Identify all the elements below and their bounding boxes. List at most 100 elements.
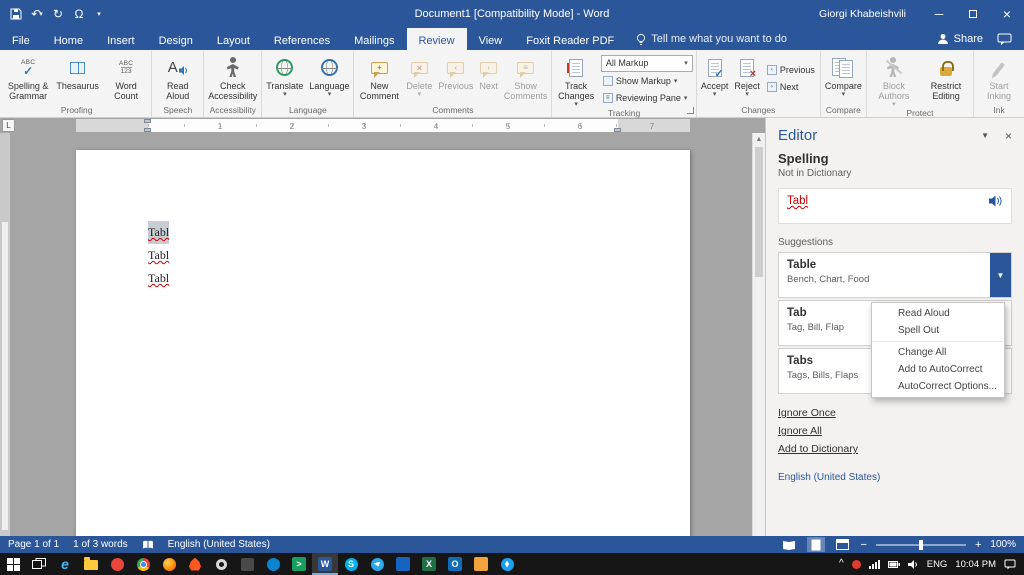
tab-foxit-reader-pdf[interactable]: Foxit Reader PDF	[514, 28, 626, 50]
tab-references[interactable]: References	[262, 28, 342, 50]
vertical-scrollbar[interactable]: ▲	[752, 133, 765, 536]
start-inking-button[interactable]: Start Inking	[975, 52, 1023, 105]
previous-comment-button[interactable]: ‹ Previous	[435, 52, 476, 105]
taskbar-chrome-button[interactable]	[130, 553, 156, 575]
left-indent-marker[interactable]	[144, 128, 151, 132]
menu-item-add-to-autocorrect[interactable]: Add to AutoCorrect	[872, 361, 1004, 378]
taskbar-orange-app-button[interactable]	[468, 553, 494, 575]
zoom-out-button[interactable]: −	[861, 539, 867, 551]
symbol-button[interactable]: Ω	[69, 3, 89, 25]
proofing-status-icon[interactable]	[142, 540, 154, 550]
tab-layout[interactable]: Layout	[205, 28, 262, 50]
translate-button[interactable]: Translate ▾	[263, 52, 306, 105]
tray-red-app-icon[interactable]	[851, 559, 861, 569]
customize-quick-access-button[interactable]: ▾	[90, 3, 110, 25]
taskbar-excel-button[interactable]: X	[416, 553, 442, 575]
read-mode-button[interactable]	[780, 537, 798, 552]
taskbar-file-explorer-button[interactable]	[78, 553, 104, 575]
taskbar-flame-app-button[interactable]	[182, 553, 208, 575]
show-comments-button[interactable]: ≡ Show Comments	[501, 52, 551, 105]
scrollbar-thumb[interactable]	[755, 147, 763, 277]
read-word-speaker-icon[interactable]	[989, 195, 1003, 207]
restore-button[interactable]	[956, 0, 990, 28]
network-icon[interactable]	[868, 559, 880, 569]
reject-button[interactable]: × Reject ▾	[731, 52, 763, 105]
language-button[interactable]: Language ▾	[306, 52, 352, 105]
taskbar-telegram-button[interactable]	[364, 553, 390, 575]
zoom-in-button[interactable]: +	[975, 539, 981, 551]
taskbar-word-button[interactable]: W	[312, 553, 338, 575]
minimize-button[interactable]: ─	[922, 0, 956, 28]
next-comment-button[interactable]: › Next	[476, 52, 501, 105]
misspelled-word-line[interactable]: Tabl	[148, 267, 169, 290]
battery-icon[interactable]	[887, 560, 900, 568]
proofing-language-link[interactable]: English (United States)	[766, 458, 892, 497]
clock[interactable]: 10:04 PM	[955, 559, 996, 570]
new-comment-button[interactable]: + New Comment	[355, 52, 403, 105]
tab-home[interactable]: Home	[42, 28, 95, 50]
account-name[interactable]: Giorgi Khabeishvili	[819, 8, 906, 20]
add-to-dictionary-link[interactable]: Add to Dictionary	[778, 440, 858, 458]
menu-item-read-aloud[interactable]: Read Aloud	[872, 305, 1004, 322]
tab-insert[interactable]: Insert	[95, 28, 147, 50]
comments-icon[interactable]	[997, 33, 1012, 46]
check-accessibility-button[interactable]: Check Accessibility	[205, 52, 260, 105]
web-layout-button[interactable]	[834, 537, 852, 552]
undo-button[interactable]: ↶ ▾	[27, 3, 47, 25]
reviewing-pane-dropdown[interactable]: ≡ Reviewing Pane ▾	[601, 91, 693, 106]
taskbar-settings-button[interactable]	[208, 553, 234, 575]
block-authors-button[interactable]: Block Authors ▾	[868, 52, 920, 108]
action-center-icon[interactable]	[1004, 559, 1016, 570]
horizontal-ruler[interactable]: 1 2 3 4 5 6 7	[76, 119, 690, 132]
zoom-slider-thumb[interactable]	[918, 539, 923, 550]
taskbar-terminal-button[interactable]: >	[286, 553, 312, 575]
tab-stop-selector[interactable]: L	[2, 119, 15, 132]
suggestion-dropdown-button[interactable]: ▼	[990, 253, 1011, 297]
scroll-up-icon[interactable]: ▲	[753, 133, 765, 146]
share-button[interactable]: Share	[937, 33, 983, 45]
word-count-button[interactable]: ABC 123 Word Count	[102, 52, 150, 105]
document-page[interactable]: Tabl Tabl Tabl	[76, 150, 690, 536]
show-markup-dropdown[interactable]: Show Markup ▾	[601, 74, 693, 89]
spelling-grammar-button[interactable]: ABC ✓ Spelling & Grammar	[3, 52, 53, 105]
tab-design[interactable]: Design	[147, 28, 205, 50]
input-language-indicator[interactable]: ENG	[927, 559, 948, 570]
taskbar-firefox-button[interactable]	[156, 553, 182, 575]
tab-view[interactable]: View	[467, 28, 515, 50]
taskbar-compass-app-button[interactable]	[494, 553, 520, 575]
page-indicator[interactable]: Page 1 of 1	[8, 539, 59, 550]
close-button[interactable]: ×	[990, 0, 1024, 28]
taskbar-blue-app-button[interactable]	[390, 553, 416, 575]
vertical-ruler[interactable]	[0, 133, 10, 536]
zoom-level[interactable]: 100%	[990, 539, 1016, 550]
suggestion-card-table[interactable]: Table Bench, Chart, Food ▼	[778, 252, 1012, 298]
pane-close-icon[interactable]: ×	[1005, 129, 1012, 143]
save-button[interactable]	[6, 3, 26, 25]
thesaurus-button[interactable]: Thesaurus	[53, 52, 102, 105]
taskbar-messenger-button[interactable]	[260, 553, 286, 575]
word-count-indicator[interactable]: 1 of 3 words	[73, 539, 127, 550]
tab-review[interactable]: Review	[406, 28, 467, 50]
tab-file[interactable]: File	[0, 28, 42, 50]
misspelled-word-line[interactable]: Tabl	[148, 244, 169, 267]
tab-mailings[interactable]: Mailings	[342, 28, 406, 50]
volume-icon[interactable]	[907, 559, 919, 569]
language-indicator[interactable]: English (United States)	[168, 539, 270, 550]
pane-options-chevron-icon[interactable]: ▼	[981, 131, 989, 140]
compare-button[interactable]: Compare ▾	[822, 52, 865, 105]
display-for-review-dropdown[interactable]: All Markup ▾	[600, 54, 693, 72]
delete-comment-button[interactable]: × Delete ▾	[403, 52, 435, 105]
taskbar-dark-app-button[interactable]	[234, 553, 260, 575]
print-layout-button[interactable]	[806, 537, 825, 552]
first-line-indent-marker[interactable]	[144, 119, 151, 123]
redo-button[interactable]: ↻	[48, 3, 68, 25]
taskbar-skype-button[interactable]: S	[338, 553, 364, 575]
right-indent-marker[interactable]	[614, 128, 621, 132]
taskbar-edge-button[interactable]: e	[52, 553, 78, 575]
next-change-button[interactable]: › Next	[765, 80, 817, 95]
show-hidden-icons-button[interactable]: ^	[839, 559, 844, 569]
tell-me-box[interactable]: Tell me what you want to do	[626, 28, 797, 50]
ignore-all-link[interactable]: Ignore All	[778, 422, 822, 440]
menu-item-autocorrect-options[interactable]: AutoCorrect Options...	[872, 378, 1004, 395]
task-view-button[interactable]	[26, 553, 52, 575]
